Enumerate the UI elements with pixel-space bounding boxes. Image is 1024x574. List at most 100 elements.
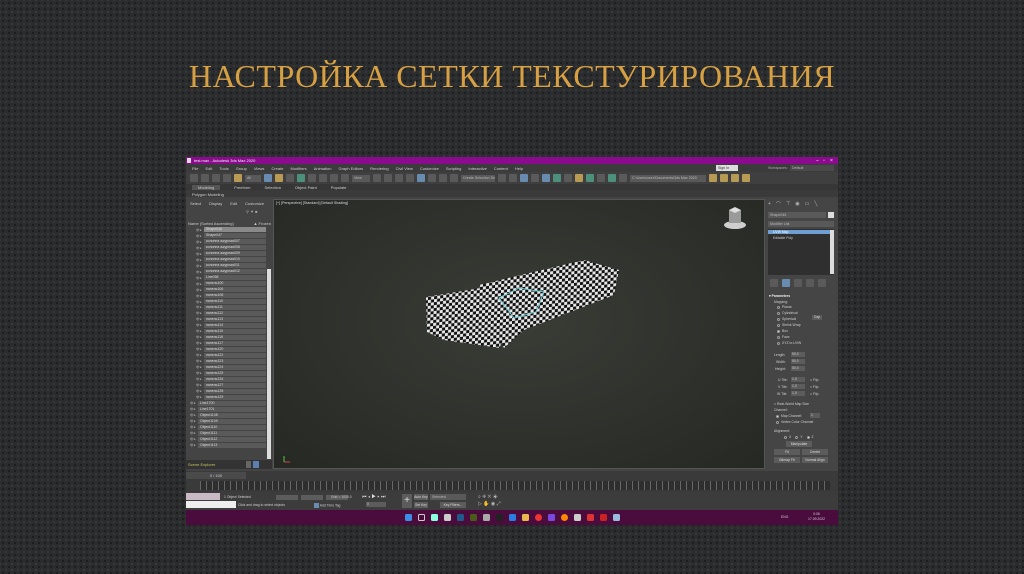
radio-button[interactable] (795, 435, 799, 439)
perspective-viewport[interactable]: [+] [Perspective] [Standard] [Default Sh… (273, 199, 765, 469)
menu-file[interactable]: File (192, 166, 198, 171)
visibility-eye-icon[interactable]: 👁● (196, 294, 204, 298)
visibility-eye-icon[interactable]: 👁● (196, 300, 204, 304)
map-channel-radio[interactable]: Map Channel: (776, 414, 802, 418)
vertex-color-radio[interactable]: Vertex Color Channel (776, 420, 813, 424)
redo-icon[interactable] (201, 174, 209, 182)
project-icon[interactable] (709, 174, 717, 182)
explorer-menu-customize[interactable]: Customize (245, 201, 264, 206)
scene-list-item[interactable]: 👁● панель112 (188, 310, 266, 316)
undo-icon[interactable] (190, 174, 198, 182)
y-coord-field[interactable] (301, 495, 323, 500)
firefox-icon[interactable] (560, 514, 568, 521)
create-tab-icon[interactable]: + (768, 201, 771, 208)
scene-list-item[interactable]: 👁● Shape047 (188, 233, 266, 239)
visibility-eye-icon[interactable]: 👁● (196, 371, 204, 375)
scene-list-item[interactable]: 👁● панель110 (188, 299, 266, 304)
modifier-list-dropdown[interactable]: Modifier List (768, 221, 834, 227)
scene-list-item[interactable]: 👁● колонна ажурная008 (188, 245, 266, 251)
radio-button[interactable] (806, 435, 810, 439)
visibility-eye-icon[interactable]: 👁● (190, 413, 198, 417)
folder-set-icon[interactable] (742, 174, 750, 182)
visibility-eye-icon[interactable]: 👁● (196, 252, 204, 256)
ribbon-tab-populate[interactable]: Populate (331, 185, 347, 190)
visibility-eye-icon[interactable]: 👁● (196, 246, 204, 250)
search-icon[interactable] (417, 514, 425, 521)
w-tile-spinner[interactable]: 1,0 (791, 391, 805, 396)
minimize-icon[interactable]: – (816, 158, 819, 164)
visibility-eye-icon[interactable]: 👁● (196, 311, 204, 315)
scene-list-item[interactable]: 👁● колонна ажурная009 (188, 251, 266, 257)
visibility-eye-icon[interactable]: 👁● (190, 401, 198, 405)
scene-list-item[interactable]: 👁● панель123 (188, 358, 266, 364)
scene-list-item[interactable]: 👁● колонна ажурная012 (188, 269, 266, 275)
unlink-icon[interactable] (223, 174, 231, 182)
x-coord-field[interactable] (276, 495, 298, 500)
name-column-header[interactable]: Name (Sorted Ascending) (188, 221, 234, 226)
scene-list-item[interactable]: 👁● панель129 (188, 394, 266, 400)
visibility-eye-icon[interactable]: 👁● (196, 317, 204, 321)
visibility-eye-icon[interactable]: 👁● (196, 395, 204, 399)
visibility-eye-icon[interactable]: 👁● (196, 359, 204, 363)
scene-list-item[interactable]: 👁● панель120 (188, 346, 266, 352)
bind-icon[interactable] (234, 174, 242, 182)
visibility-eye-icon[interactable]: 👁● (196, 389, 204, 393)
scene-list-item[interactable]: 👁● Object1111 (188, 430, 266, 436)
visibility-eye-icon[interactable]: 👁● (196, 264, 204, 268)
select-icon[interactable] (264, 174, 272, 182)
visibility-eye-icon[interactable]: 👁● (196, 353, 204, 357)
object-name-field[interactable]: Shape046 (768, 212, 826, 218)
visibility-eye-icon[interactable]: 👁● (196, 323, 204, 327)
show-end-result-icon[interactable] (782, 279, 790, 287)
render-active-icon[interactable] (608, 174, 616, 182)
pivot-icon[interactable] (373, 174, 381, 182)
menu-help[interactable]: Help (515, 166, 523, 171)
v-flip-checkbox[interactable]: □ Flip (810, 385, 818, 389)
menu-content[interactable]: Content (494, 166, 508, 171)
visibility-eye-icon[interactable]: 👁● (196, 270, 204, 274)
steam-icon[interactable] (573, 514, 581, 521)
schematic-view-icon[interactable] (553, 174, 561, 182)
project-path[interactable]: C:\Users\user\Documents\3ds Max 2020 (630, 174, 706, 182)
sort-header[interactable]: Name (Sorted Ascending) ▲ Frozen (186, 221, 272, 226)
scene-list-item[interactable]: 👁● Line058 (188, 275, 266, 281)
angle-snap-icon[interactable] (417, 174, 425, 182)
manipulate-button[interactable]: Manipulate (786, 441, 812, 447)
ref-coord-dropdown[interactable]: View (352, 174, 370, 182)
set-key-button[interactable]: Set Key (414, 502, 428, 508)
add-time-tag-button[interactable]: Add Time Tag (314, 503, 340, 508)
u-tile-spinner[interactable]: 1,0 (791, 377, 805, 382)
visibility-eye-icon[interactable]: 👁● (196, 347, 204, 351)
explorer-menu-display[interactable]: Display (209, 201, 222, 206)
scene-list-item[interactable]: 👁● панель124 (188, 364, 266, 370)
app-icon-cube[interactable] (482, 514, 490, 521)
motion-tab-icon[interactable]: ◉ (795, 201, 799, 208)
manipulate-icon[interactable] (384, 174, 392, 182)
visibility-eye-icon[interactable]: 👁● (196, 365, 204, 369)
link-icon[interactable] (212, 174, 220, 182)
menu-customize[interactable]: Customize (420, 166, 439, 171)
arnold-icon[interactable] (619, 174, 627, 182)
material-editor-icon[interactable] (564, 174, 572, 182)
visibility-eye-icon[interactable]: 👁● (190, 431, 198, 435)
visibility-eye-icon[interactable]: 👁● (196, 377, 204, 381)
ribbon-tab-object-paint[interactable]: Object Paint (295, 185, 317, 190)
rect-select-icon[interactable] (286, 174, 294, 182)
radio-button[interactable] (777, 335, 780, 339)
time-slider[interactable]: 0 / 100 (186, 472, 246, 479)
mail-icon[interactable] (612, 514, 620, 521)
checker-model[interactable] (274, 200, 766, 470)
make-unique-icon[interactable] (794, 279, 802, 287)
visibility-eye-icon[interactable]: 👁● (196, 276, 204, 280)
vscode-icon[interactable] (508, 514, 516, 521)
move-icon[interactable] (308, 174, 316, 182)
scene-list-item[interactable]: 👁● Object1108 (188, 412, 266, 418)
u-flip-checkbox[interactable]: □ Flip (810, 378, 818, 382)
height-spinner[interactable]: 50,0 (791, 366, 805, 371)
modify-tab-icon[interactable]: ⌒ (776, 201, 781, 208)
workspace-dropdown[interactable]: Default (790, 165, 834, 171)
maximize-icon[interactable]: ▫ (823, 158, 825, 164)
normal-align-button[interactable]: Normal Align (802, 457, 828, 463)
visibility-eye-icon[interactable]: 👁● (190, 419, 198, 423)
viewport-navigation-icons[interactable]: ⌕ ✥ ✕ ◈ ▷ ✋ ◉ ⤢ (478, 494, 501, 508)
